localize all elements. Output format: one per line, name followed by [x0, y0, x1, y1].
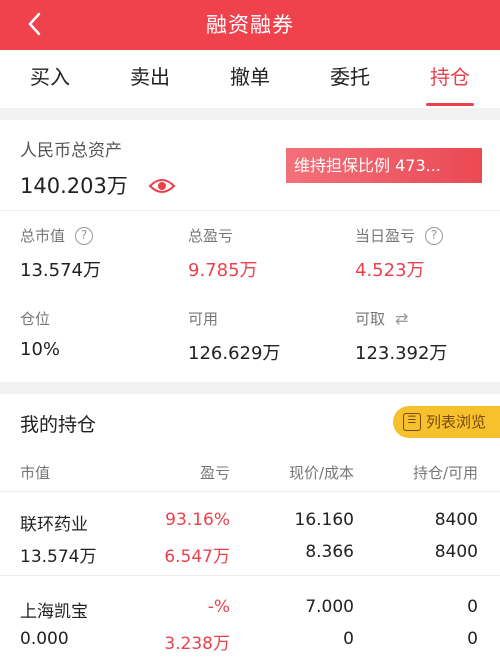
question-circle-icon[interactable]: ? — [425, 226, 444, 245]
pl-percent: 93.16% — [165, 510, 230, 530]
stat-value: 4.523万 — [355, 260, 425, 281]
stat-available: 可用 126.629万 — [188, 308, 280, 365]
holdings-title: 我的持仓 — [20, 414, 97, 436]
tab-buy[interactable]: 买入 — [0, 50, 100, 108]
stat-label: 可用 — [188, 310, 219, 328]
column-header: 盈亏 — [199, 464, 230, 482]
list-view-label: 列表浏览 — [426, 413, 487, 431]
maintenance-ratio-badge[interactable]: 维持担保比例 473... — [286, 148, 482, 183]
stat-today-pl: 当日盈亏? 4.523万 — [355, 225, 444, 282]
list-view-button[interactable]: ☰ 列表浏览 — [393, 406, 500, 438]
table-row[interactable]: 上海凯宝 0.000 -% 3.238万 7.000 0 0 0 — [0, 577, 500, 661]
current-price: 16.160 — [294, 510, 354, 530]
market-value: 13.574万 — [20, 547, 97, 567]
list-view-icon: ☰ — [403, 413, 421, 431]
table-row[interactable]: 联环药业 13.574万 93.16% 6.547万 16.160 8.366 … — [0, 492, 500, 576]
tab-sell[interactable]: 卖出 — [100, 50, 200, 108]
pl-percent: -% — [207, 597, 230, 617]
stats-grid: 总市值? 13.574万 总盈亏 9.785万 当日盈亏? 4.523万 仓位 … — [0, 210, 500, 382]
stat-market-value: 总市值? 13.574万 — [20, 225, 101, 282]
available-qty: 8400 — [434, 542, 478, 562]
stat-value: 126.629万 — [188, 343, 281, 364]
stat-value: 13.574万 — [20, 260, 101, 281]
stat-value: 123.392万 — [355, 343, 448, 364]
stat-label: 可取 — [355, 310, 386, 328]
available-qty: 0 — [467, 629, 478, 649]
stat-label: 当日盈亏 — [355, 227, 416, 245]
stat-position: 仓位 10% — [20, 308, 60, 360]
stat-value: 9.785万 — [188, 260, 258, 281]
current-price: 7.000 — [305, 597, 354, 617]
cost-price: 0 — [343, 629, 354, 649]
column-header: 持仓/可用 — [412, 464, 478, 482]
stat-label: 总市值 — [20, 227, 66, 245]
stock-name: 联环药业 — [20, 515, 88, 535]
table-header: 市值 盈亏 现价/成本 持仓/可用 — [0, 456, 500, 492]
column-header: 市值 — [20, 464, 51, 482]
stat-value: 10% — [20, 339, 61, 360]
market-value: 0.000 — [20, 629, 69, 649]
top-bar: 融资融券 — [0, 0, 500, 50]
holdings-section: 我的持仓 ☰ 列表浏览 市值 盈亏 现价/成本 持仓/可用 联环药业 13.57… — [0, 394, 500, 666]
tab-positions[interactable]: 持仓 — [400, 50, 500, 108]
total-assets-value: 140.203万 — [20, 174, 128, 198]
swap-arrows-icon[interactable]: ⇄ — [395, 309, 408, 328]
column-header: 现价/成本 — [288, 464, 354, 482]
stock-name: 上海凯宝 — [20, 602, 88, 622]
tab-cancel[interactable]: 撤单 — [200, 50, 300, 108]
pl-amount: 3.238万 — [164, 634, 230, 654]
total-assets-label: 人民币总资产 — [20, 141, 122, 161]
stat-label: 总盈亏 — [188, 227, 234, 245]
tab-orders[interactable]: 委托 — [300, 50, 400, 108]
eye-icon[interactable] — [148, 176, 176, 196]
question-circle-icon[interactable]: ? — [75, 226, 94, 245]
stat-label: 仓位 — [20, 310, 51, 328]
holding-qty: 0 — [467, 597, 478, 617]
stat-total-pl: 总盈亏 9.785万 — [188, 225, 258, 282]
holding-qty: 8400 — [434, 510, 478, 530]
cost-price: 8.366 — [305, 542, 354, 562]
page-title: 融资融券 — [206, 13, 294, 37]
stat-withdrawable: 可取 ⇄ 123.392万 — [355, 308, 447, 365]
tab-bar: 买入 卖出 撤单 委托 持仓 — [0, 50, 500, 108]
pl-amount: 6.547万 — [164, 547, 230, 567]
